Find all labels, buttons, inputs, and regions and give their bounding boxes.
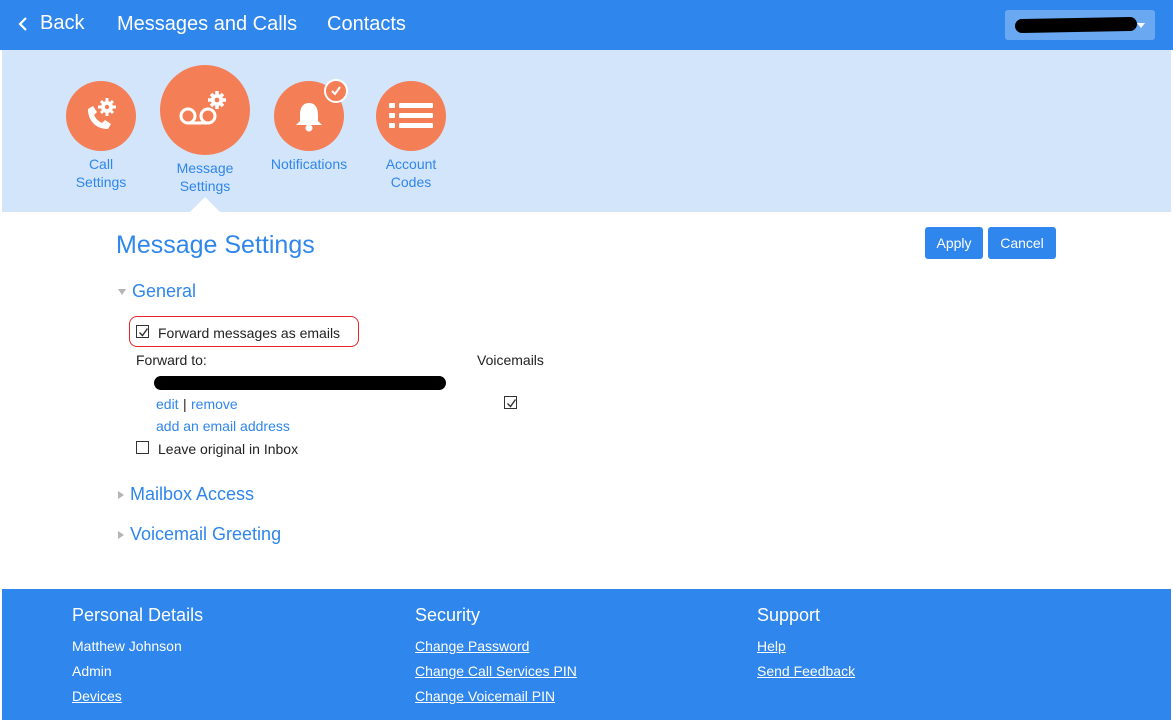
section-mailbox-access[interactable]: Mailbox Access xyxy=(118,484,254,505)
footer-user-role: Admin xyxy=(72,663,112,679)
change-call-services-pin-link[interactable]: Change Call Services PIN xyxy=(415,663,577,688)
section-voicemail-greeting-label: Voicemail Greeting xyxy=(130,524,282,544)
forward-to-label: Forward to: xyxy=(136,352,207,368)
leave-original-label: Leave original in Inbox xyxy=(158,441,299,457)
chevron-left-icon xyxy=(18,16,27,31)
nav-contacts[interactable]: Contacts xyxy=(327,13,406,36)
section-mailbox-access-label: Mailbox Access xyxy=(130,484,255,504)
call-settings-nav[interactable]: Call Settings xyxy=(66,81,136,191)
section-general[interactable]: General xyxy=(118,281,196,302)
help-link[interactable]: Help xyxy=(757,638,855,663)
footer-devices-link[interactable]: Devices xyxy=(72,688,203,713)
redacted-username xyxy=(1014,16,1138,34)
footer-security-title: Security xyxy=(415,605,481,625)
checkmark-icon xyxy=(139,328,149,337)
footer-support: Support Help Send Feedback xyxy=(757,605,855,688)
active-tab-pointer xyxy=(190,197,220,212)
list-icon xyxy=(376,81,446,151)
edit-email-link[interactable]: edit xyxy=(156,396,179,412)
bell-icon xyxy=(274,79,348,151)
forward-messages-checkbox[interactable] xyxy=(136,325,149,338)
link-separator: | xyxy=(183,396,187,412)
section-voicemail-greeting[interactable]: Voicemail Greeting xyxy=(118,524,281,545)
change-voicemail-pin-link[interactable]: Change Voicemail PIN xyxy=(415,688,577,713)
message-settings-nav[interactable]: Message Settings xyxy=(160,65,250,195)
section-general-label: General xyxy=(132,281,197,301)
footer-personal-title: Personal Details xyxy=(72,605,204,625)
call-settings-label: Call Settings xyxy=(75,156,127,190)
account-codes-nav[interactable]: Account Codes xyxy=(376,81,446,191)
footer: Personal Details Matthew Johnson Admin D… xyxy=(2,589,1171,720)
message-settings-label: Message Settings xyxy=(176,160,234,194)
caret-right-icon xyxy=(118,530,124,539)
footer-support-title: Support xyxy=(757,605,821,625)
user-menu-dropdown[interactable] xyxy=(1005,10,1155,40)
voicemails-column-label: Voicemails xyxy=(477,352,544,368)
nav-messages-and-calls[interactable]: Messages and Calls xyxy=(117,13,297,36)
remove-email-link[interactable]: remove xyxy=(191,396,238,412)
chevron-down-icon xyxy=(1137,23,1145,28)
notifications-nav[interactable]: Notifications xyxy=(266,79,352,173)
caret-down-icon xyxy=(118,288,126,295)
checkmark-icon xyxy=(507,399,517,408)
add-email-link[interactable]: add an email address xyxy=(156,418,290,434)
back-button[interactable]: Back xyxy=(18,12,84,35)
footer-security: Security Change Password Change Call Ser… xyxy=(415,605,577,713)
page-title: Message Settings xyxy=(116,231,315,259)
forward-messages-label: Forward messages as emails xyxy=(158,325,341,341)
send-feedback-link[interactable]: Send Feedback xyxy=(757,663,855,688)
voicemail-gear-icon xyxy=(160,65,250,155)
redacted-email-address xyxy=(154,376,446,390)
footer-user-name: Matthew Johnson xyxy=(72,638,182,654)
caret-right-icon xyxy=(118,490,124,499)
voicemails-checkbox[interactable] xyxy=(504,396,517,409)
top-bar: Back Messages and Calls Contacts xyxy=(0,0,1173,50)
account-codes-label: Account Codes xyxy=(385,156,437,190)
notifications-label: Notifications xyxy=(270,156,348,172)
leave-original-checkbox[interactable] xyxy=(136,441,149,454)
footer-personal-details: Personal Details Matthew Johnson Admin D… xyxy=(72,605,203,713)
phone-gear-icon xyxy=(66,81,136,151)
cancel-button[interactable]: Cancel xyxy=(988,227,1056,259)
apply-button[interactable]: Apply xyxy=(925,227,983,259)
checkmark-badge-icon xyxy=(324,79,348,103)
back-label: Back xyxy=(40,12,85,34)
change-password-link[interactable]: Change Password xyxy=(415,638,577,663)
